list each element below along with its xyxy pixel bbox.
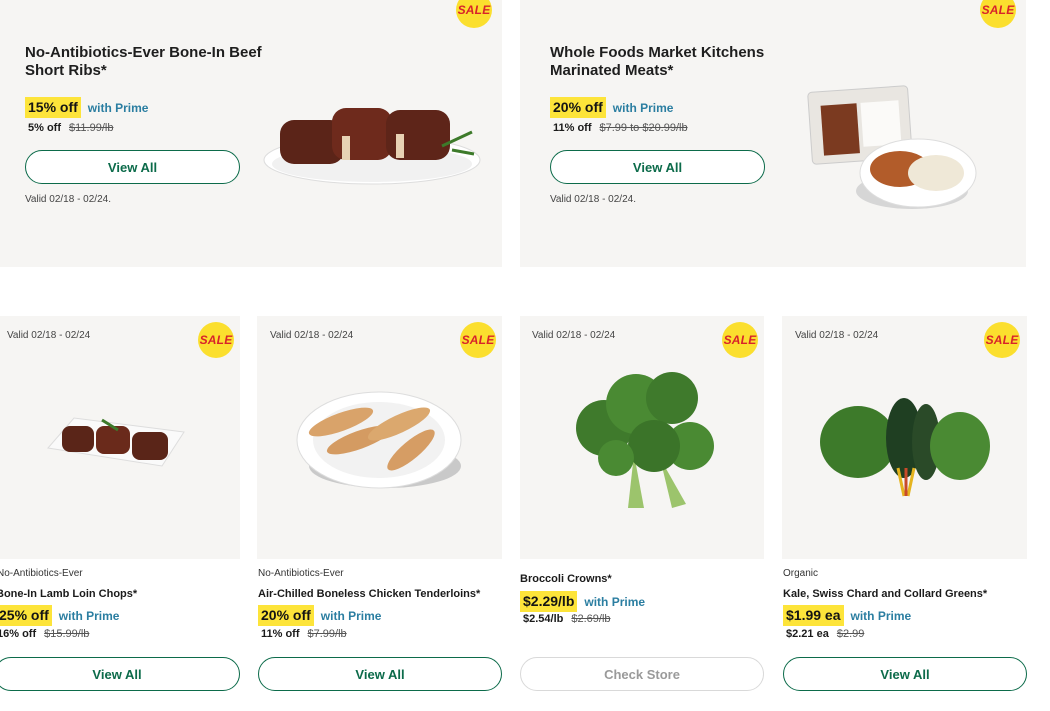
view-all-button[interactable]: View All bbox=[258, 657, 502, 691]
prime-deal: $2.29/lb bbox=[520, 591, 578, 612]
prime-deal: 20% off bbox=[550, 97, 606, 118]
product-brand: No-Antibiotics-Ever bbox=[258, 568, 344, 579]
regular-price: $15.99/lb bbox=[44, 628, 90, 640]
product-name[interactable]: Kale, Swiss Chard and Collard Greens* bbox=[783, 588, 987, 600]
sale-badge: SALE bbox=[984, 322, 1020, 358]
non-prime-deal: $2.21 ea bbox=[786, 628, 829, 640]
lamb-chops-image bbox=[47, 417, 185, 467]
feature-title: Whole Foods Market Kitchens Marinated Me… bbox=[550, 44, 765, 79]
product-name[interactable]: Air-Chilled Boneless Chicken Tenderloins… bbox=[258, 588, 480, 600]
view-all-button[interactable]: View All bbox=[25, 150, 240, 184]
prime-deal: 25% off bbox=[0, 605, 52, 626]
chicken-tenderloins-image bbox=[296, 391, 462, 489]
non-prime-deal: 5% off bbox=[28, 122, 61, 134]
prime-deal: 15% off bbox=[25, 97, 81, 118]
sale-badge: SALE bbox=[456, 0, 492, 28]
product-name[interactable]: Broccoli Crowns* bbox=[520, 573, 612, 585]
view-all-button[interactable]: View All bbox=[783, 657, 1027, 691]
valid-dates: Valid 02/18 - 02/24. bbox=[550, 194, 636, 205]
feature-title: No-Antibiotics-Ever Bone-In Beef Short R… bbox=[25, 44, 262, 79]
non-prime-deal: 16% off bbox=[0, 628, 37, 640]
check-store-button[interactable]: Check Store bbox=[520, 657, 764, 691]
sale-badge: SALE bbox=[460, 322, 496, 358]
regular-price: $7.99 to $20.99/lb bbox=[599, 122, 688, 134]
short-ribs-image bbox=[263, 108, 481, 185]
regular-price: $7.99/lb bbox=[307, 628, 347, 640]
regular-price: $2.69/lb bbox=[571, 613, 611, 625]
product-name[interactable]: Bone-In Lamb Loin Chops* bbox=[0, 588, 137, 600]
prime-label: with Prime bbox=[87, 100, 149, 115]
valid-dates: Valid 02/18 - 02/24 bbox=[270, 330, 354, 341]
prime-label: with Prime bbox=[850, 608, 912, 623]
prime-label: with Prime bbox=[58, 608, 120, 623]
feature-card-marinated-meats: Whole Foods Market Kitchens Marinated Me… bbox=[520, 0, 1026, 267]
prime-deal: $1.99 ea bbox=[783, 605, 844, 626]
prime-label: with Prime bbox=[584, 594, 646, 609]
view-all-button[interactable]: View All bbox=[550, 150, 765, 184]
prime-label: with Prime bbox=[320, 608, 382, 623]
sale-badge: SALE bbox=[980, 0, 1016, 28]
greens-image bbox=[820, 398, 990, 497]
regular-price: $2.99 bbox=[836, 628, 865, 640]
non-prime-deal: $2.54/lb bbox=[523, 613, 564, 625]
valid-dates: Valid 02/18 - 02/24 bbox=[795, 330, 879, 341]
valid-dates: Valid 02/18 - 02/24 bbox=[532, 330, 616, 341]
marinated-meats-image bbox=[807, 85, 977, 209]
sale-badge: SALE bbox=[198, 322, 234, 358]
feature-card-short-ribs: No-Antibiotics-Ever Bone-In Beef Short R… bbox=[0, 0, 502, 267]
regular-price: $11.99/lb bbox=[69, 122, 114, 134]
valid-dates: Valid 02/18 - 02/24. bbox=[25, 194, 111, 205]
broccoli-image bbox=[576, 372, 714, 508]
prime-label: with Prime bbox=[612, 100, 674, 115]
sale-badge: SALE bbox=[722, 322, 758, 358]
product-brand: Organic bbox=[783, 568, 819, 579]
view-all-button[interactable]: View All bbox=[0, 657, 240, 691]
valid-dates: Valid 02/18 - 02/24 bbox=[7, 330, 91, 341]
non-prime-deal: 11% off bbox=[553, 122, 592, 134]
prime-deal: 20% off bbox=[258, 605, 314, 626]
non-prime-deal: 11% off bbox=[261, 628, 300, 640]
product-brand: No-Antibiotics-Ever bbox=[0, 568, 83, 579]
